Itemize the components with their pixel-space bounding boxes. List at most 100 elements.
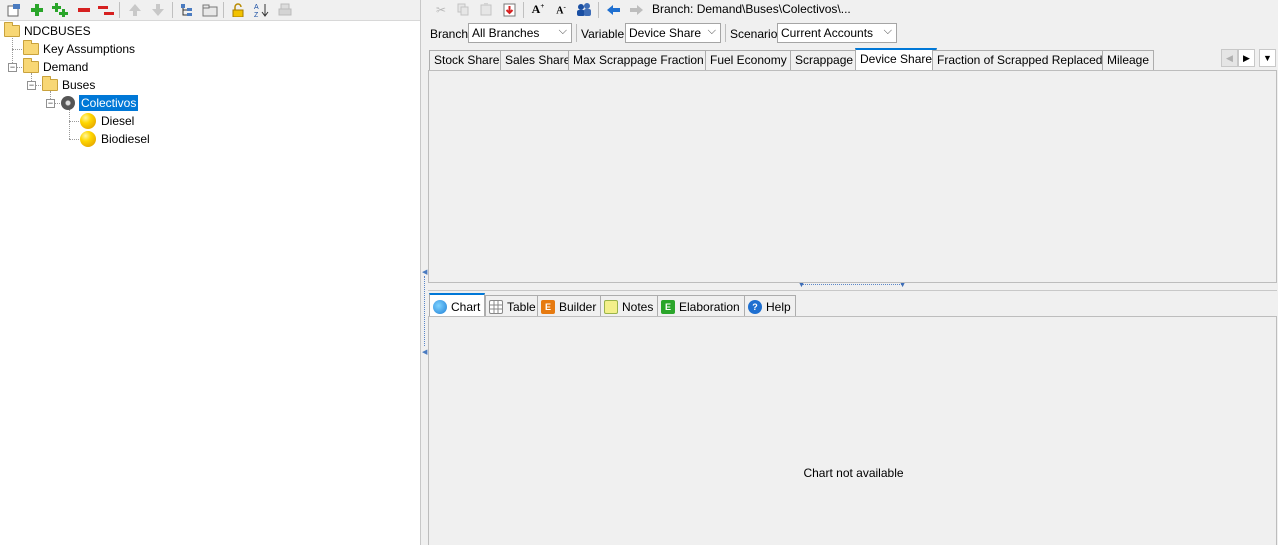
tab-label: Chart bbox=[451, 299, 481, 314]
scenario-select[interactable]: Current Accounts ⌵ bbox=[777, 23, 897, 43]
chart-not-available-message: Chart not available bbox=[803, 466, 904, 480]
tab-label: Help bbox=[766, 300, 791, 314]
breadcrumb: Branch: Demand\Buses\Colectivos\... bbox=[652, 2, 851, 16]
tab-sales-share[interactable]: Sales Share bbox=[500, 50, 576, 70]
copy-icon[interactable] bbox=[454, 1, 472, 18]
tab-fraction-of-scrapped-replaced[interactable]: Fraction of Scrapped Replaced bbox=[932, 50, 1108, 70]
tree-node-label-selected: Colectivos bbox=[79, 95, 139, 111]
chart-icon bbox=[433, 299, 447, 314]
tree-pane: AZ NDCBUSES Key Assumptions − Demand − B… bbox=[0, 0, 421, 545]
splitter-grip[interactable]: ▼ ▼ bbox=[798, 282, 906, 289]
folder-icon bbox=[23, 58, 39, 73]
tab-table[interactable]: Table bbox=[485, 295, 541, 316]
import-icon[interactable] bbox=[500, 1, 518, 18]
tab-elaboration[interactable]: E Elaboration bbox=[657, 295, 745, 316]
tab-chart[interactable]: Chart bbox=[429, 293, 486, 316]
tab-mileage[interactable]: Mileage bbox=[1102, 50, 1155, 70]
chevron-down-icon: ⌵ bbox=[707, 25, 716, 37]
chevron-down-icon: ⌵ bbox=[558, 25, 567, 37]
tree-node-buses[interactable]: Buses bbox=[42, 76, 95, 94]
tab-fuel-economy[interactable]: Fuel Economy bbox=[705, 50, 792, 70]
tree-node-root[interactable]: NDCBUSES bbox=[4, 22, 91, 40]
delete-icon[interactable] bbox=[74, 1, 93, 19]
tab-scroll-left-icon[interactable]: ◀ bbox=[1221, 49, 1238, 67]
paste-icon[interactable] bbox=[477, 1, 495, 18]
elaboration-icon: E bbox=[661, 300, 675, 314]
tab-builder[interactable]: E Builder bbox=[537, 295, 602, 316]
sort-az-icon[interactable]: AZ bbox=[251, 1, 270, 19]
svg-text:Z: Z bbox=[254, 12, 259, 18]
tab-stock-share[interactable]: Stock Share bbox=[429, 50, 505, 70]
folder-icon bbox=[4, 22, 20, 37]
lock-icon[interactable] bbox=[228, 1, 247, 19]
splitter-arrow-icon[interactable]: ◀ bbox=[422, 268, 427, 276]
variable-label: Variable: bbox=[581, 27, 628, 41]
chart-area: Chart not available bbox=[428, 316, 1277, 545]
tree-node-label: Key Assumptions bbox=[43, 42, 136, 56]
tab-label: Table bbox=[507, 300, 536, 314]
detail-pane: ✂ A+ A- Branch: Demand\Buses\Colectivos\… bbox=[428, 0, 1278, 545]
fuel-branch-icon bbox=[80, 131, 96, 147]
builder-icon: E bbox=[541, 300, 555, 314]
branch-select-value: All Branches bbox=[472, 26, 540, 40]
variable-select-value: Device Share bbox=[629, 26, 702, 40]
back-arrow-icon[interactable] bbox=[604, 1, 622, 18]
tree-node-colectivos[interactable]: Colectivos bbox=[61, 94, 139, 112]
tab-device-share[interactable]: Device Share bbox=[855, 48, 938, 70]
scenario-select-value: Current Accounts bbox=[781, 26, 874, 40]
data-entry-area[interactable] bbox=[428, 70, 1277, 283]
edit-toolbar: ✂ A+ A- Branch: Demand\Buses\Colectivos\… bbox=[428, 0, 1278, 20]
tab-label: Notes bbox=[622, 300, 654, 314]
horizontal-splitter[interactable]: ▼ ▼ bbox=[428, 282, 1277, 291]
tab-notes[interactable]: Notes bbox=[600, 295, 659, 316]
vertical-splitter[interactable]: ◀ ◀ bbox=[421, 0, 428, 545]
tree-node-diesel[interactable]: Diesel bbox=[80, 112, 134, 130]
move-down-icon[interactable] bbox=[148, 1, 167, 19]
tree-node-demand[interactable]: Demand bbox=[23, 58, 88, 76]
font-decrease-icon[interactable]: A- bbox=[552, 1, 570, 18]
cut-icon[interactable]: ✂ bbox=[432, 1, 450, 18]
tab-scroll-right-icon[interactable]: ▶ bbox=[1238, 49, 1255, 67]
variable-select[interactable]: Device Share ⌵ bbox=[625, 23, 721, 43]
svg-text:A: A bbox=[254, 4, 259, 11]
delete-multiple-icon[interactable] bbox=[96, 1, 115, 19]
scenario-label: Scenario: bbox=[730, 27, 781, 41]
forward-arrow-icon[interactable] bbox=[627, 1, 645, 18]
fuel-branch-icon bbox=[80, 113, 96, 129]
collapse-icon[interactable]: − bbox=[8, 63, 17, 72]
tab-scrappage[interactable]: Scrappage bbox=[790, 50, 859, 70]
add-branch-icon[interactable] bbox=[27, 1, 46, 19]
branch-label: Branch: bbox=[430, 27, 472, 41]
add-multiple-icon[interactable] bbox=[50, 1, 69, 19]
tree-node-label: Demand bbox=[43, 60, 89, 74]
tree-node-label: Buses bbox=[62, 78, 96, 92]
folder-icon[interactable] bbox=[200, 1, 219, 19]
variable-tabs: Stock Share Sales Share Max Scrappage Fr… bbox=[428, 48, 1278, 70]
print-icon[interactable] bbox=[275, 1, 294, 19]
tree-node-key-assumptions[interactable]: Key Assumptions bbox=[23, 40, 135, 58]
splitter-down-icon: ▼ bbox=[899, 282, 906, 289]
tree-node-biodiesel[interactable]: Biodiesel bbox=[80, 130, 150, 148]
tab-list-dropdown-icon[interactable]: ▼ bbox=[1259, 49, 1276, 67]
table-icon bbox=[489, 300, 503, 314]
selector-bar: Branch: All Branches ⌵ Variable: Device … bbox=[428, 23, 1278, 45]
tree-view-icon[interactable] bbox=[177, 1, 196, 19]
move-up-icon[interactable] bbox=[125, 1, 144, 19]
splitter-arrow-icon[interactable]: ◀ bbox=[422, 348, 427, 356]
tree-node-label: Diesel bbox=[101, 114, 135, 128]
collapse-icon[interactable]: − bbox=[46, 99, 55, 108]
font-increase-icon[interactable]: A+ bbox=[529, 1, 547, 18]
tab-help[interactable]: ? Help bbox=[744, 295, 796, 316]
tab-label: Builder bbox=[559, 300, 597, 314]
properties-icon[interactable] bbox=[4, 1, 23, 19]
splitter-down-icon: ▼ bbox=[798, 282, 805, 289]
folder-icon bbox=[23, 40, 39, 55]
tree-toolbar: AZ bbox=[0, 0, 420, 21]
collapse-icon[interactable]: − bbox=[27, 81, 36, 90]
chevron-down-icon: ⌵ bbox=[883, 25, 892, 37]
tab-label: Elaboration bbox=[679, 300, 740, 314]
users-icon[interactable] bbox=[575, 1, 593, 18]
help-icon: ? bbox=[748, 300, 762, 314]
tab-max-scrappage-fraction[interactable]: Max Scrappage Fraction bbox=[568, 50, 709, 70]
branch-select[interactable]: All Branches ⌵ bbox=[468, 23, 572, 43]
